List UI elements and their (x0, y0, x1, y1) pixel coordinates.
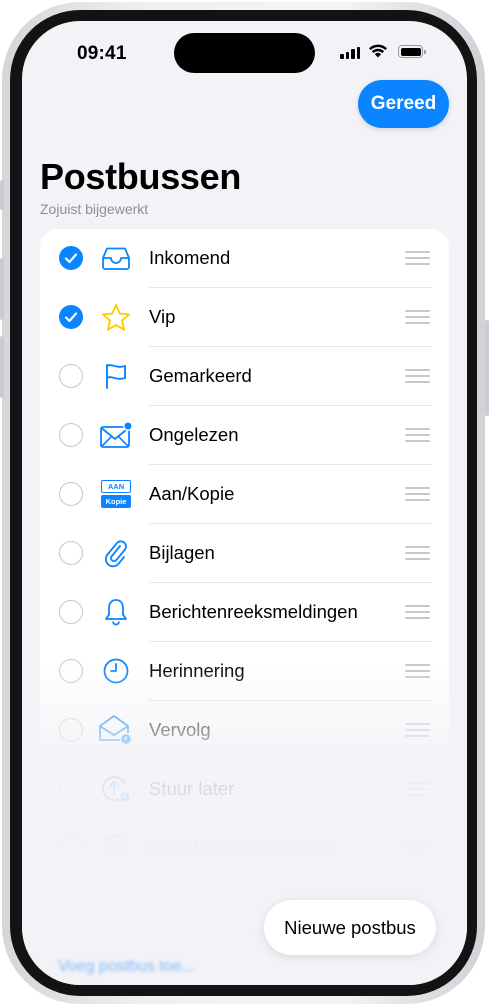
mailbox-row-stille-berichtenreeksen[interactable]: Stille berichtenreeksen (40, 819, 449, 878)
checkbox-unchecked[interactable] (59, 718, 83, 742)
reorder-handle-icon[interactable] (405, 310, 430, 324)
checkbox-unchecked[interactable] (59, 423, 83, 447)
reorder-handle-icon[interactable] (405, 428, 430, 442)
mailbox-label: Vervolg (149, 719, 211, 740)
action-button (0, 180, 4, 210)
reorder-handle-icon[interactable] (405, 723, 430, 737)
reorder-handle-icon[interactable] (405, 546, 430, 560)
reorder-handle-icon[interactable] (405, 782, 430, 796)
envelope-clock-icon (98, 713, 134, 747)
update-status: Zojuist bijgewerkt (40, 201, 149, 217)
to-tag: AAN (101, 480, 131, 493)
mailbox-row-stuur-later[interactable]: Stuur later (40, 760, 449, 819)
mailbox-row-vervolg[interactable]: Vervolg (40, 701, 449, 760)
reorder-handle-icon[interactable] (405, 841, 430, 855)
mailbox-row-gemarkeerd[interactable]: Gemarkeerd (40, 347, 449, 406)
reorder-handle-icon[interactable] (405, 487, 430, 501)
battery-icon (398, 45, 426, 58)
mailbox-label: Gemarkeerd (149, 365, 252, 386)
checkbox-unchecked[interactable] (59, 600, 83, 624)
mailbox-label: Stuur later (149, 778, 235, 799)
to-cc-icon: AAN Kopie (98, 477, 134, 511)
mailbox-label: Bijlagen (149, 542, 215, 563)
flag-icon (98, 359, 134, 393)
reorder-handle-icon[interactable] (405, 369, 430, 383)
reorder-handle-icon[interactable] (405, 664, 430, 678)
checkbox-checked[interactable] (59, 246, 83, 270)
volume-down-button (0, 336, 4, 398)
mailbox-row-herinnering[interactable]: Herinnering (40, 642, 449, 701)
mailbox-label: Herinnering (149, 660, 245, 681)
send-later-icon (98, 772, 134, 806)
mailbox-row-vip[interactable]: Vip (40, 288, 449, 347)
mailbox-row-ongelezen[interactable]: Ongelezen (40, 406, 449, 465)
mailbox-row-inkomend[interactable]: Inkomend (40, 229, 449, 288)
mailbox-row-aan-kopie[interactable]: AAN Kopie Aan/Kopie (40, 465, 449, 524)
cc-tag: Kopie (101, 495, 131, 508)
mailbox-label: Inkomend (149, 247, 231, 268)
checkbox-checked[interactable] (59, 305, 83, 329)
mailbox-label: Vip (149, 306, 176, 327)
envelope-unread-icon (98, 418, 134, 452)
mailbox-label: Berichtenreeksmeldingen (149, 601, 358, 622)
checkbox-unchecked[interactable] (59, 482, 83, 506)
checkmark-icon (64, 312, 78, 323)
mailbox-list: Inkomend Vip Gemarkeerd Ongelezen AAN Ko… (40, 229, 449, 969)
volume-up-button (0, 258, 4, 320)
add-mailbox-link[interactable]: Voeg postbus toe... (58, 958, 195, 976)
checkbox-unchecked[interactable] (59, 659, 83, 683)
mailbox-label: Vandaag (149, 896, 222, 917)
page-title: Postbussen (40, 156, 242, 197)
mailbox-label: Stille berichtenreeksen (149, 837, 337, 858)
star-icon (98, 300, 134, 334)
bell-icon (98, 595, 134, 629)
checkbox-unchecked[interactable] (59, 895, 83, 919)
paperclip-icon (98, 536, 134, 570)
new-mailbox-button[interactable]: Nieuwe postbus (264, 900, 436, 955)
dynamic-island (174, 33, 315, 73)
wifi-icon (369, 44, 387, 58)
reorder-handle-icon[interactable] (405, 251, 430, 265)
mailbox-label: Ongelezen (149, 424, 239, 445)
bell-slash-icon (98, 831, 134, 865)
checkmark-icon (64, 253, 78, 264)
checkbox-unchecked[interactable] (59, 836, 83, 860)
mailbox-row-berichtenreeksmeldingen[interactable]: Berichtenreeksmeldingen (40, 583, 449, 642)
phone-screen: 09:41 Gereed Postbussen Zojuist bijgewer… (22, 21, 467, 985)
status-time: 09:41 (77, 43, 127, 64)
checkbox-unchecked[interactable] (59, 541, 83, 565)
calendar-icon (98, 890, 134, 924)
done-button[interactable]: Gereed (358, 80, 449, 128)
inbox-tray-icon (98, 241, 134, 275)
checkbox-unchecked[interactable] (59, 364, 83, 388)
clock-icon (98, 654, 134, 688)
mailbox-label: Aan/Kopie (149, 483, 235, 504)
status-bar: 09:41 (22, 21, 467, 81)
mailbox-row-bijlagen[interactable]: Bijlagen (40, 524, 449, 583)
cellular-signal-icon (340, 46, 360, 59)
reorder-handle-icon[interactable] (405, 605, 430, 619)
side-button (485, 320, 489, 416)
checkbox-unchecked[interactable] (59, 777, 83, 801)
